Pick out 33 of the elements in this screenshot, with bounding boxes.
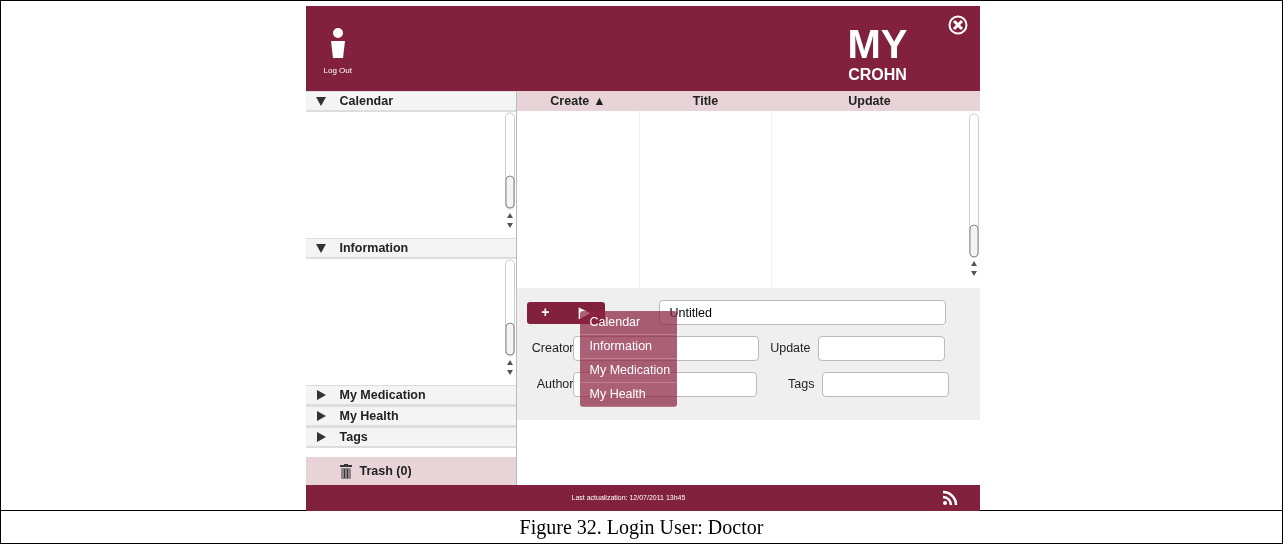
field-label: Update (769, 340, 811, 358)
logo-text: MY (847, 24, 908, 64)
trash-item[interactable]: Trash (0) (305, 457, 516, 485)
sidebar-section-header[interactable]: Tags (305, 427, 516, 448)
logout-button[interactable]: Log Out (323, 27, 352, 77)
column-header[interactable]: Update (848, 91, 891, 111)
title-field[interactable]: Untitled (658, 300, 946, 325)
text-field[interactable] (817, 336, 945, 361)
sidebar-section-header[interactable]: My Health (305, 406, 516, 427)
column-header[interactable]: Create (550, 91, 590, 111)
menu-item[interactable]: My Medication (579, 359, 677, 383)
field-label: Tags (787, 376, 815, 394)
triangle-icon (315, 411, 326, 421)
figure-caption: Figure 32. Login User: Doctor (519, 515, 764, 541)
menu-item[interactable]: My Health (579, 383, 677, 407)
trash-icon (339, 463, 352, 479)
field-label: Creator (530, 340, 574, 358)
triangle-icon (315, 96, 326, 106)
sidebar-section-header[interactable]: Information (305, 238, 516, 259)
logo-text: CROHN (848, 67, 907, 83)
triangle-icon (315, 243, 326, 253)
menu-item[interactable]: Information (579, 335, 677, 359)
close-icon[interactable] (947, 15, 968, 35)
rss-icon[interactable] (941, 490, 958, 506)
sidebar-section-header[interactable]: Calendar (305, 91, 516, 112)
field-label: Author (535, 376, 574, 394)
text-field[interactable] (821, 372, 949, 397)
sort-indicator: ▲ (593, 92, 606, 110)
person-icon (329, 27, 346, 59)
column-header[interactable]: Title (692, 91, 719, 111)
triangle-icon (315, 432, 326, 442)
triangle-icon (315, 390, 326, 400)
sidebar-section-header[interactable]: My Medication (305, 385, 516, 406)
